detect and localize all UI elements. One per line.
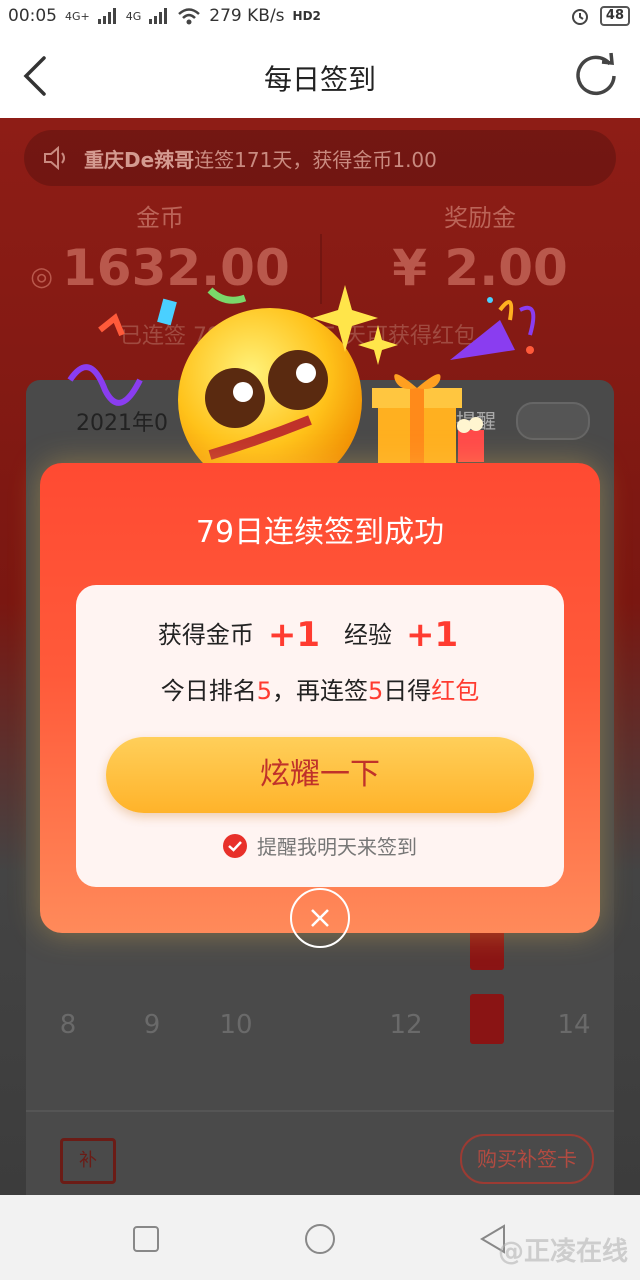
coin-stack-icon: ◎ xyxy=(30,262,62,292)
close-icon xyxy=(311,909,329,927)
rank-prefix: 今日排名 xyxy=(160,677,257,705)
speaker-icon xyxy=(44,146,65,170)
bonus-label: 奖励金 xyxy=(444,204,516,232)
buy-makeup-card-button[interactable]: 购买补签卡 xyxy=(460,1134,594,1184)
close-dialog-button[interactable] xyxy=(290,888,350,948)
checkbox-checked-icon[interactable] xyxy=(223,833,247,858)
page-title: 每日签到 xyxy=(263,63,376,96)
calendar-day[interactable]: 12 xyxy=(376,1010,436,1040)
calendar-day[interactable]: 8 xyxy=(38,1010,98,1040)
calendar-day[interactable]: 10 xyxy=(206,1010,266,1040)
announcement-text: 连签171天，获得金币1.00 xyxy=(194,147,437,172)
rank-days: 5 xyxy=(368,677,384,705)
signal-bars-icon xyxy=(97,8,116,24)
rank-suffix: 日得 xyxy=(383,677,432,705)
system-nav-bar: @正凌在线 xyxy=(0,1195,640,1280)
exp-reward-label: 经验 xyxy=(344,621,392,649)
signal-icon: 4G xyxy=(125,9,142,23)
wifi-icon xyxy=(178,8,201,25)
clock: 00:05 xyxy=(8,6,57,26)
signal-icon: 4G+ xyxy=(65,9,90,23)
coin-reward-value: +1 xyxy=(267,615,320,655)
divider xyxy=(26,1110,614,1112)
red-packet-icon[interactable] xyxy=(470,994,504,1044)
coin-reward-label: 获得金币 xyxy=(157,621,254,649)
dialog-title: 79日连续签到成功 xyxy=(195,515,445,550)
coins-label: 金币 xyxy=(136,204,184,232)
calendar-day[interactable]: 14 xyxy=(544,1010,604,1040)
watermark: @正凌在线 xyxy=(497,1237,628,1267)
celebration-illustration xyxy=(60,280,580,492)
mascot-illustration xyxy=(67,285,536,492)
rank-number: 5 xyxy=(256,677,272,705)
rank-line: 今日排名5，再连签5日得红包 xyxy=(76,671,564,706)
network-speed: 279 KB/s xyxy=(209,6,285,26)
signal-bars-icon xyxy=(149,8,168,24)
calendar-week-row: 8 9 10 12 14 xyxy=(26,994,614,1070)
remind-tomorrow-option[interactable]: 提醒我明天来签到 xyxy=(76,831,564,860)
battery-icon: 48 xyxy=(599,6,630,26)
recent-apps-icon[interactable] xyxy=(132,1225,160,1253)
exp-reward-value: +1 xyxy=(406,615,459,655)
refresh-icon xyxy=(576,52,616,96)
show-off-button[interactable]: 炫耀一下 xyxy=(106,737,534,813)
reward-line: 获得金币 +1 经验 +1 xyxy=(76,615,564,655)
alarm-icon xyxy=(571,9,588,25)
rank-mid: ，再连签 xyxy=(272,677,368,705)
announcement-bar: 重庆De辣哥 连签171天，获得金币1.00 xyxy=(24,130,616,186)
sign-in-success-dialog: 79日连续签到成功 获得金币 +1 经验 +1 今日排名5，再连签5日得红包 炫耀一下… xyxy=(40,463,600,933)
status-bar: 00:05 4G+ 4G 279 KB/s HD2 48 xyxy=(0,0,640,34)
announcement-user: 重庆De辣哥 xyxy=(84,147,195,172)
home-icon[interactable] xyxy=(304,1223,336,1255)
remind-tomorrow-label: 提醒我明天来签到 xyxy=(257,835,417,859)
calendar-day[interactable]: 9 xyxy=(122,1010,182,1040)
rank-reward: 红包 xyxy=(431,677,480,705)
hd-icon: HD2 xyxy=(292,9,321,23)
makeup-card-icon[interactable]: 补 xyxy=(60,1138,116,1184)
dialog-content: 获得金币 +1 经验 +1 今日排名5，再连签5日得红包 炫耀一下 提醒我明天来签到 xyxy=(76,585,564,887)
nav-bar: 每日签到 xyxy=(0,34,640,118)
refresh-button[interactable] xyxy=(572,50,620,98)
